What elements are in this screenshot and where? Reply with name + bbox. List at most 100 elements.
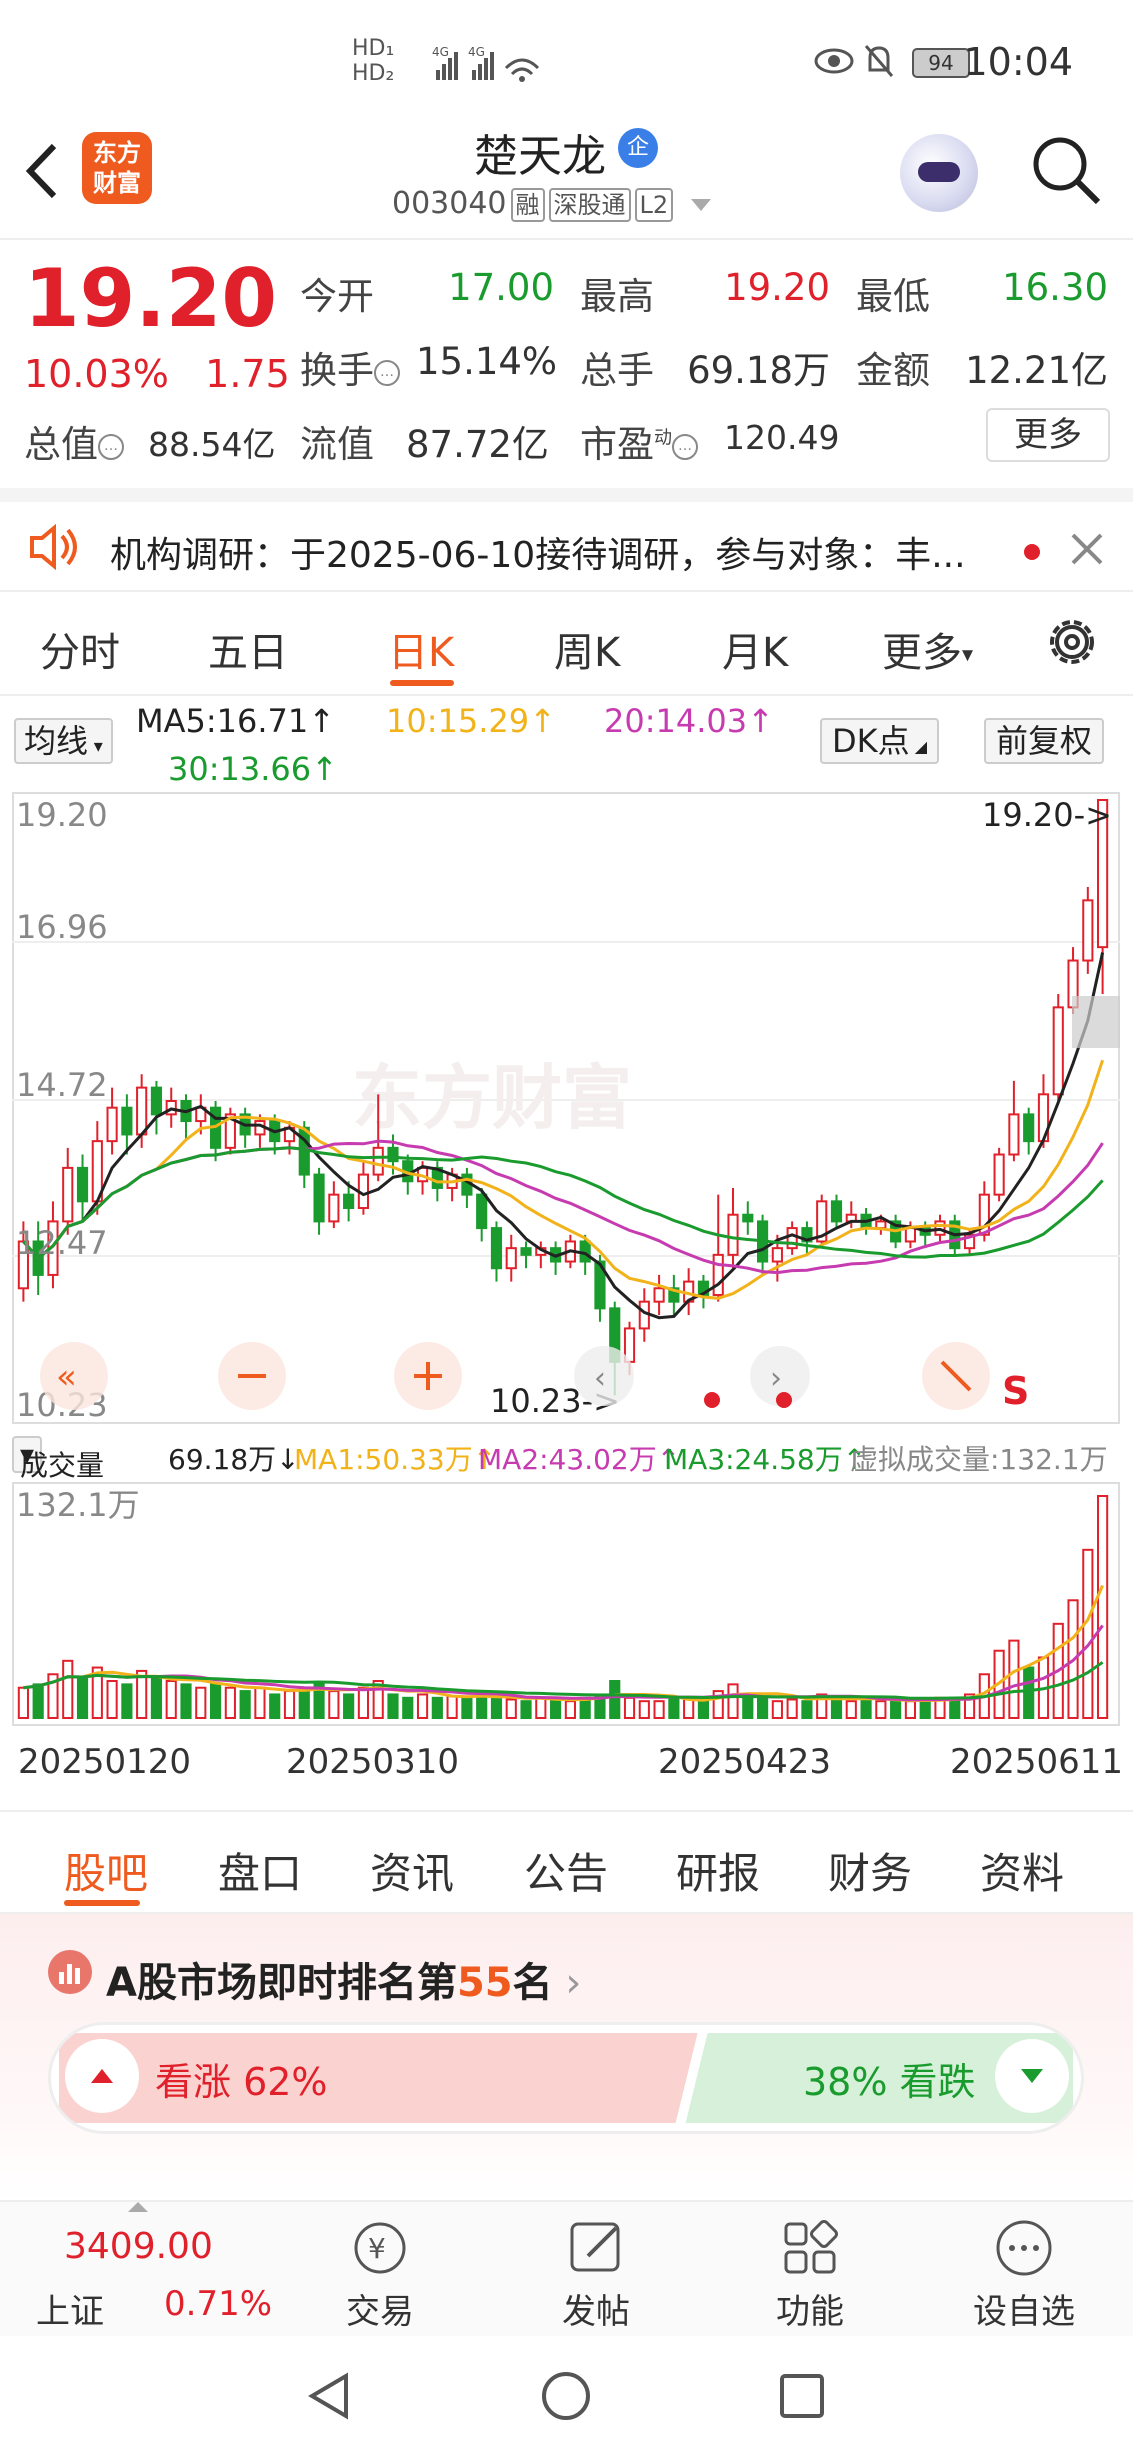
- volume-bar: [727, 1683, 739, 1719]
- tab-intraday[interactable]: 分时: [40, 620, 120, 678]
- volume-bar: [461, 1696, 473, 1719]
- volume-value: 69.18万↓: [168, 1443, 300, 1476]
- status-bar: HD₁ HD₂ 4G 4G 94 10:04: [0, 0, 1133, 120]
- info-icon[interactable]: …: [374, 359, 400, 386]
- caret-down-icon: ▾: [88, 736, 103, 757]
- add-watchlist-label[interactable]: 设自选: [966, 2284, 1082, 2333]
- turnover-label: 换手…: [300, 340, 400, 394]
- tab-daily-k[interactable]: 日K: [388, 620, 454, 678]
- stock-code-line[interactable]: 003040 融深股通 L2: [392, 186, 711, 222]
- content-tabs: 股吧 盘口 资讯 公告 研报 财务 资料: [0, 1810, 1133, 1914]
- bullish-button[interactable]: [65, 2039, 139, 2113]
- volume-bar: [387, 1693, 399, 1719]
- candle: [816, 1194, 828, 1249]
- volume-bar: [564, 1700, 576, 1720]
- low-value: 16.30: [1002, 266, 1108, 309]
- volume-bar: [801, 1700, 813, 1720]
- apps-label[interactable]: 功能: [770, 2284, 850, 2333]
- prev-button[interactable]: ‹: [574, 1346, 634, 1406]
- index-value[interactable]: 3409.00: [64, 2226, 213, 2267]
- volume-bar: [1082, 1548, 1094, 1720]
- x-tick-label: 20250611: [950, 1742, 1124, 1782]
- zoom-out-left-button[interactable]: «: [40, 1342, 108, 1410]
- more-button[interactable]: 更多: [986, 408, 1110, 462]
- bearish-button[interactable]: [995, 2039, 1069, 2113]
- tab-forum[interactable]: 股吧: [64, 1840, 148, 1901]
- ma20-value: 20:14.03↑: [604, 702, 774, 740]
- active-tab-indicator: [390, 680, 454, 686]
- nav-recents-icon[interactable]: [778, 2372, 826, 2424]
- dropdown-icon[interactable]: [690, 198, 711, 211]
- close-icon[interactable]: [1070, 532, 1104, 570]
- search-icon[interactable]: [1030, 134, 1102, 206]
- more-dots-icon[interactable]: [992, 2216, 1056, 2284]
- volume-select-label: 成交量: [20, 1449, 105, 1482]
- x-tick-label: 20250310: [286, 1742, 460, 1782]
- change-pct: 10.03%: [24, 352, 169, 396]
- nav-home-icon[interactable]: [540, 2370, 592, 2426]
- zoom-in-button[interactable]: [394, 1342, 462, 1410]
- corner-arrow-icon: ◢: [909, 737, 928, 756]
- volume-bar: [416, 1693, 429, 1719]
- volume-bar: [771, 1700, 783, 1720]
- volume-bar: [520, 1700, 532, 1720]
- volume-bar: [32, 1683, 44, 1719]
- fullscreen-button[interactable]: [922, 1342, 990, 1410]
- info-icon[interactable]: …: [98, 433, 124, 460]
- robot-avatar[interactable]: [900, 134, 978, 212]
- post-icon[interactable]: [564, 2216, 628, 2284]
- volume-bar: [343, 1693, 355, 1719]
- vol-ma2: MA2:43.02万↑: [478, 1443, 681, 1476]
- trade-icon[interactable]: ¥: [348, 2216, 412, 2284]
- volume-bar: [209, 1683, 222, 1719]
- nav-back-icon[interactable]: [304, 2370, 354, 2426]
- tab-weekly-k[interactable]: 周K: [554, 620, 620, 678]
- tab-more-label: 更多: [882, 630, 962, 676]
- stock-name[interactable]: 楚天龙: [474, 120, 606, 184]
- bullish-label: 看涨 62%: [155, 2060, 328, 2104]
- volume-chart[interactable]: 132.1万: [12, 1482, 1120, 1726]
- zoom-out-button[interactable]: [218, 1342, 286, 1410]
- low-label: 最低: [856, 275, 930, 318]
- tab-profile[interactable]: 资料: [980, 1840, 1064, 1901]
- volume-select[interactable]: 成交量 ▾: [12, 1436, 104, 1482]
- apps-icon[interactable]: [778, 2216, 842, 2284]
- volume-bar: [254, 1686, 266, 1720]
- trade-label[interactable]: 交易: [340, 2284, 420, 2333]
- index-name[interactable]: 上证: [36, 2284, 104, 2333]
- notice-bar[interactable]: 机构调研：于2025-06-10接待调研，参与对象：丰...: [0, 488, 1133, 592]
- adjust-button[interactable]: 前复权: [984, 718, 1105, 764]
- post-label[interactable]: 发帖: [556, 2284, 636, 2333]
- y-tick-label: 16.96: [16, 908, 108, 946]
- ma10-value: 10:15.29↑: [386, 702, 556, 740]
- volume-bar: [180, 1683, 192, 1719]
- tab-orderbook[interactable]: 盘口: [218, 1840, 302, 1901]
- brand-logo[interactable]: 东方财富: [82, 132, 152, 204]
- scroll-handle[interactable]: [1072, 996, 1120, 1048]
- tab-monthly-k[interactable]: 月K: [722, 620, 788, 678]
- tab-financials[interactable]: 财务: [828, 1840, 912, 1901]
- volume-bar: [919, 1700, 931, 1720]
- caret-down-icon: ▾: [962, 642, 974, 668]
- indicator-select[interactable]: 均线 ▾: [14, 718, 113, 764]
- back-icon[interactable]: [22, 140, 62, 202]
- tab-announcements[interactable]: 公告: [524, 1840, 608, 1901]
- last-price: 19.20: [24, 252, 278, 345]
- volume-bar: [1097, 1495, 1109, 1719]
- vol-ma1: MA1:50.33万↑: [294, 1443, 497, 1476]
- tab-more[interactable]: 更多▾: [882, 620, 973, 678]
- dk-point-button[interactable]: DK点 ◢: [820, 718, 940, 764]
- volume-bar: [298, 1686, 310, 1720]
- clock: 10:04: [963, 40, 1073, 84]
- volume-bar: [904, 1700, 917, 1720]
- volume-bar: [106, 1680, 118, 1719]
- caret-up-icon[interactable]: [128, 2202, 148, 2212]
- tab-5day[interactable]: 五日: [208, 620, 288, 678]
- tab-news[interactable]: 资讯: [370, 1840, 454, 1901]
- ranking-suffix: 名: [512, 1960, 553, 2006]
- gear-icon[interactable]: [1044, 614, 1100, 674]
- info-icon[interactable]: …: [672, 433, 698, 460]
- kline-chart[interactable]: 东方财富 19.20 16.96 14.72 12.47 10.23 19.20…: [12, 792, 1120, 1424]
- mktcap-label-text: 总值: [24, 423, 98, 466]
- tab-research[interactable]: 研报: [676, 1840, 760, 1901]
